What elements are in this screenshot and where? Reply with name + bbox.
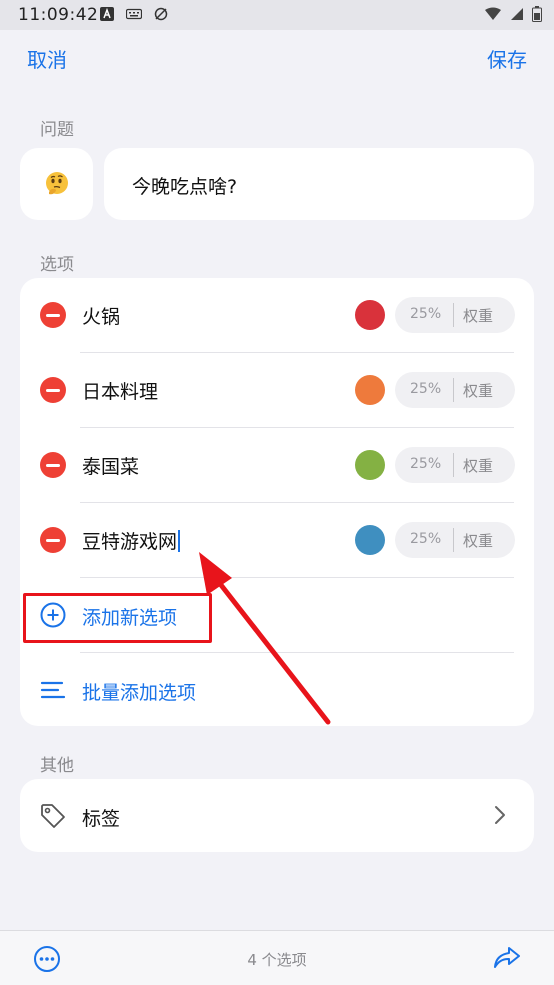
a-notification-icon [100, 7, 114, 21]
option-color-picker[interactable] [355, 300, 385, 330]
option-weight-label: 权重 [463, 382, 494, 400]
thinking-face-icon [45, 172, 68, 195]
option-name-input[interactable]: 泰国菜 [82, 452, 139, 479]
remove-option-button[interactable] [40, 377, 66, 403]
status-notification-icons [100, 7, 168, 21]
tags-label: 标签 [82, 808, 121, 830]
option-weight-control[interactable]: 25% 权重 [395, 372, 515, 408]
option-weight-percent: 25% [410, 381, 442, 397]
option-weight-label: 权重 [463, 532, 494, 550]
weight-divider [453, 303, 454, 327]
tags-row[interactable]: 标签 [20, 779, 534, 852]
question-input[interactable]: 今晚吃点啥? [104, 148, 534, 220]
remove-option-button[interactable] [40, 452, 66, 478]
option-row: 日本料理 25% 权重 [20, 353, 534, 428]
add-option-button[interactable]: 添加新选项 [20, 578, 534, 653]
option-row: 豆特游戏网 25% 权重 [20, 503, 534, 578]
option-weight-label: 权重 [463, 457, 494, 475]
bottom-toolbar: 4 个选项 [0, 930, 554, 985]
remove-option-button[interactable] [40, 527, 66, 553]
question-section-label: 问题 [40, 120, 74, 140]
option-color-picker[interactable] [355, 525, 385, 555]
text-cursor [178, 530, 181, 552]
option-name-input[interactable]: 豆特游戏网 [82, 527, 181, 554]
remove-option-button[interactable] [40, 302, 66, 328]
share-icon[interactable] [492, 945, 522, 971]
option-color-picker[interactable] [355, 375, 385, 405]
option-weight-control[interactable]: 25% 权重 [395, 447, 515, 483]
signal-icon [511, 8, 523, 20]
cancel-button[interactable]: 取消 [27, 44, 67, 73]
option-name-input[interactable]: 火锅 [82, 302, 120, 329]
option-row: 泰国菜 25% 权重 [20, 428, 534, 503]
battery-icon [532, 6, 542, 22]
option-color-picker[interactable] [355, 450, 385, 480]
emoji-picker-button[interactable] [20, 148, 93, 220]
weight-divider [453, 528, 454, 552]
chevron-right-icon [495, 806, 505, 824]
question-text: 今晚吃点啥? [132, 176, 238, 198]
batch-add-label: 批量添加选项 [82, 682, 197, 704]
weight-divider [453, 453, 454, 477]
other-section-label: 其他 [40, 756, 74, 776]
keyboard-icon [126, 8, 142, 20]
wifi-icon [485, 7, 501, 20]
option-row: 火锅 25% 权重 [20, 278, 534, 353]
option-count: 4 个选项 [247, 951, 307, 969]
annotation-highlight-box [23, 593, 212, 643]
option-weight-percent: 25% [410, 456, 442, 472]
status-bar: 11:09:42 [0, 0, 554, 30]
status-time: 11:09:42 [18, 5, 99, 25]
option-name-input[interactable]: 日本料理 [82, 377, 158, 404]
save-button[interactable]: 保存 [487, 44, 527, 73]
options-card: 火锅 25% 权重 日本料理 25% 权重 泰国菜 25% 权重 豆特游戏网 2… [20, 278, 534, 726]
option-name-text: 豆特游戏网 [82, 531, 178, 553]
option-weight-label: 权重 [463, 307, 494, 325]
option-weight-percent: 25% [410, 531, 442, 547]
cast-off-icon [154, 7, 168, 21]
options-section-label: 选项 [40, 255, 74, 275]
weight-divider [453, 378, 454, 402]
list-lines-icon [40, 681, 66, 699]
option-weight-control[interactable]: 25% 权重 [395, 297, 515, 333]
option-weight-control[interactable]: 25% 权重 [395, 522, 515, 558]
batch-add-options-button[interactable]: 批量添加选项 [20, 653, 534, 726]
option-weight-percent: 25% [410, 306, 442, 322]
status-system-icons [484, 6, 542, 22]
tag-icon [41, 804, 65, 828]
